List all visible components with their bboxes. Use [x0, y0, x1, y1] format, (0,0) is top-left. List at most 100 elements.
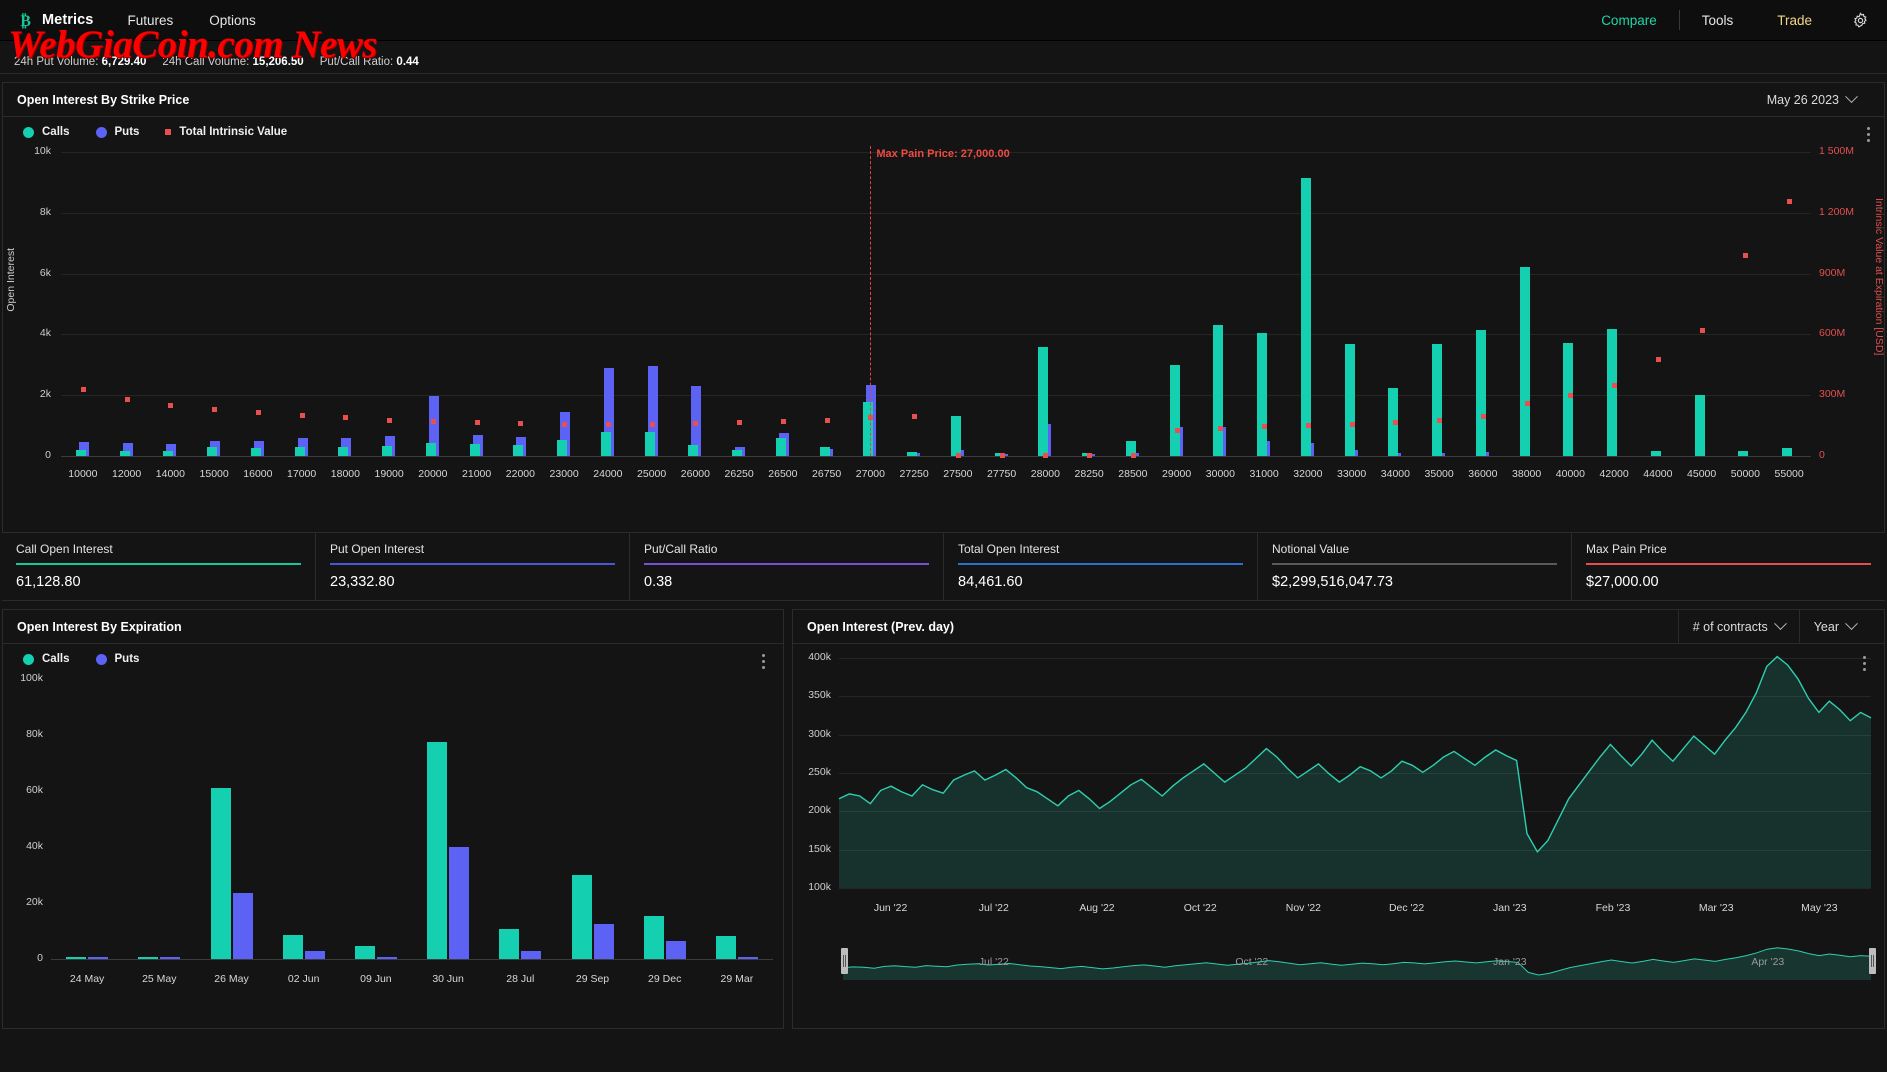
call-bar[interactable] — [732, 449, 743, 456]
call-bar[interactable] — [425, 443, 436, 456]
call-bar[interactable] — [1257, 332, 1268, 456]
call-bar[interactable] — [557, 439, 568, 456]
put-bar[interactable] — [593, 924, 614, 959]
call-bar[interactable] — [1300, 177, 1311, 456]
chart-range-navigator[interactable]: Jul '22 Oct '22 Jan '23 Apr '23 — [793, 942, 1884, 1002]
gear-icon[interactable] — [1834, 11, 1869, 29]
put-bar[interactable] — [160, 957, 181, 959]
call-bar[interactable] — [138, 957, 159, 959]
intrinsic-value-point — [518, 420, 524, 426]
call-bar[interactable] — [1344, 343, 1355, 456]
nav-link-tools[interactable]: Tools — [1680, 13, 1756, 28]
put-bar[interactable] — [449, 847, 470, 959]
intrinsic-value-point — [780, 418, 786, 424]
intrinsic-value-point — [474, 419, 480, 425]
call-bar[interactable] — [1694, 395, 1705, 456]
legend-item-calls[interactable]: Calls — [23, 126, 70, 138]
call-bar[interactable] — [1563, 342, 1574, 456]
call-bar[interactable] — [282, 935, 303, 959]
put-bar[interactable] — [521, 951, 542, 959]
intrinsic-value-point — [693, 420, 699, 426]
call-bar[interactable] — [1038, 346, 1049, 456]
nav-link-futures[interactable]: Futures — [127, 13, 173, 28]
nav-link-trade[interactable]: Trade — [1755, 13, 1834, 28]
call-bar[interactable] — [513, 445, 524, 456]
intrinsic-value-point — [737, 419, 743, 425]
call-bar[interactable] — [163, 450, 174, 456]
legend-item-puts-expiration[interactable]: Puts — [95, 653, 139, 665]
call-bar[interactable] — [382, 445, 393, 456]
call-bar[interactable] — [66, 957, 87, 959]
call-bar[interactable] — [119, 450, 130, 456]
put-bar[interactable] — [232, 893, 253, 959]
metric-label: Call Open Interest — [16, 542, 113, 556]
call-bar[interactable] — [250, 448, 261, 456]
call-bar[interactable] — [499, 928, 520, 959]
strike-chart-legend: Calls Puts Total Intrinsic Value — [3, 117, 1884, 138]
intrinsic-value-color-swatch — [165, 129, 172, 135]
strike-panel-header: Open Interest By Strike Price May 26 202… — [3, 83, 1884, 117]
legend-label-calls: Calls — [42, 126, 70, 138]
call-bar[interactable] — [775, 438, 786, 456]
legend-label-calls: Calls — [42, 653, 70, 665]
call-bar[interactable] — [294, 446, 305, 456]
legend-item-total-intrinsic-value[interactable]: Total Intrinsic Value — [165, 126, 287, 138]
y2-axis-tick-label: 0 — [1819, 449, 1825, 461]
call-bar[interactable] — [1213, 324, 1224, 456]
call-bar[interactable] — [1782, 448, 1793, 456]
legend-item-calls-expiration[interactable]: Calls — [23, 653, 70, 665]
expiry-date-dropdown[interactable]: May 26 2023 — [1753, 83, 1870, 116]
call-bar[interactable] — [1738, 451, 1749, 456]
call-bar[interactable] — [715, 936, 736, 959]
navigator-left-handle[interactable] — [841, 948, 848, 974]
y2-axis-title: Intrinsic Value at Expiration [USD] — [1873, 198, 1885, 356]
call-bar[interactable] — [354, 945, 375, 959]
call-bar[interactable] — [643, 915, 664, 959]
metric-value: 23,332.80 — [330, 574, 395, 590]
put-bar[interactable] — [304, 950, 325, 959]
call-bar[interactable] — [1650, 450, 1661, 456]
call-bar[interactable] — [75, 450, 86, 456]
open-interest-prev-day-panel: Open Interest (Prev. day) # of contracts… — [792, 609, 1885, 1029]
call-bar[interactable] — [644, 431, 655, 456]
intrinsic-value-point — [1437, 417, 1443, 423]
nav-link-options[interactable]: Options — [209, 13, 256, 28]
put-bar[interactable] — [665, 940, 686, 959]
period-dropdown[interactable]: Year — [1798, 610, 1870, 643]
navigator-right-handle[interactable] — [1869, 948, 1876, 974]
call-bar[interactable] — [819, 446, 830, 456]
contracts-dropdown[interactable]: # of contracts — [1677, 610, 1799, 643]
call-bar[interactable] — [571, 875, 592, 959]
legend-label-intrinsic: Total Intrinsic Value — [179, 126, 288, 138]
prev-day-chart-kebab-menu-icon[interactable] — [1859, 652, 1870, 675]
expiration-panel-title: Open Interest By Expiration — [17, 619, 182, 634]
nav-link-compare[interactable]: Compare — [1579, 13, 1679, 28]
metric-value: 61,128.80 — [16, 574, 81, 590]
call-bar[interactable] — [469, 443, 480, 456]
put-bar[interactable] — [88, 957, 109, 959]
brand[interactable]: ₿ Metrics — [18, 11, 93, 30]
call-bar[interactable] — [338, 447, 349, 456]
metric-label: Notional Value — [1272, 542, 1350, 556]
x-axis-tick-label: 25 May — [142, 973, 177, 985]
call-bar[interactable] — [600, 431, 611, 456]
call-bar[interactable] — [950, 415, 961, 456]
call-bar[interactable] — [210, 788, 231, 959]
call-bar[interactable] — [1169, 365, 1180, 456]
call-bar[interactable] — [688, 444, 699, 456]
put-volume-stat: 24h Put Volume: 6,729.40 — [14, 56, 147, 68]
call-bar[interactable] — [427, 742, 448, 959]
put-bar[interactable] — [376, 957, 397, 959]
call-bar[interactable] — [1475, 330, 1486, 456]
call-bar[interactable] — [1519, 266, 1530, 456]
call-bar[interactable] — [1607, 328, 1618, 456]
call-bar[interactable] — [907, 452, 918, 456]
x-axis-tick-label: 29 Mar — [720, 973, 754, 985]
x-axis-tick-label: Jan '23 — [1493, 902, 1527, 914]
x-axis-baseline — [61, 456, 1811, 457]
legend-item-puts[interactable]: Puts — [95, 126, 139, 138]
call-bar[interactable] — [207, 447, 218, 456]
call-bar[interactable] — [1432, 344, 1443, 456]
call-bar[interactable] — [863, 401, 874, 456]
put-bar[interactable] — [737, 956, 758, 959]
